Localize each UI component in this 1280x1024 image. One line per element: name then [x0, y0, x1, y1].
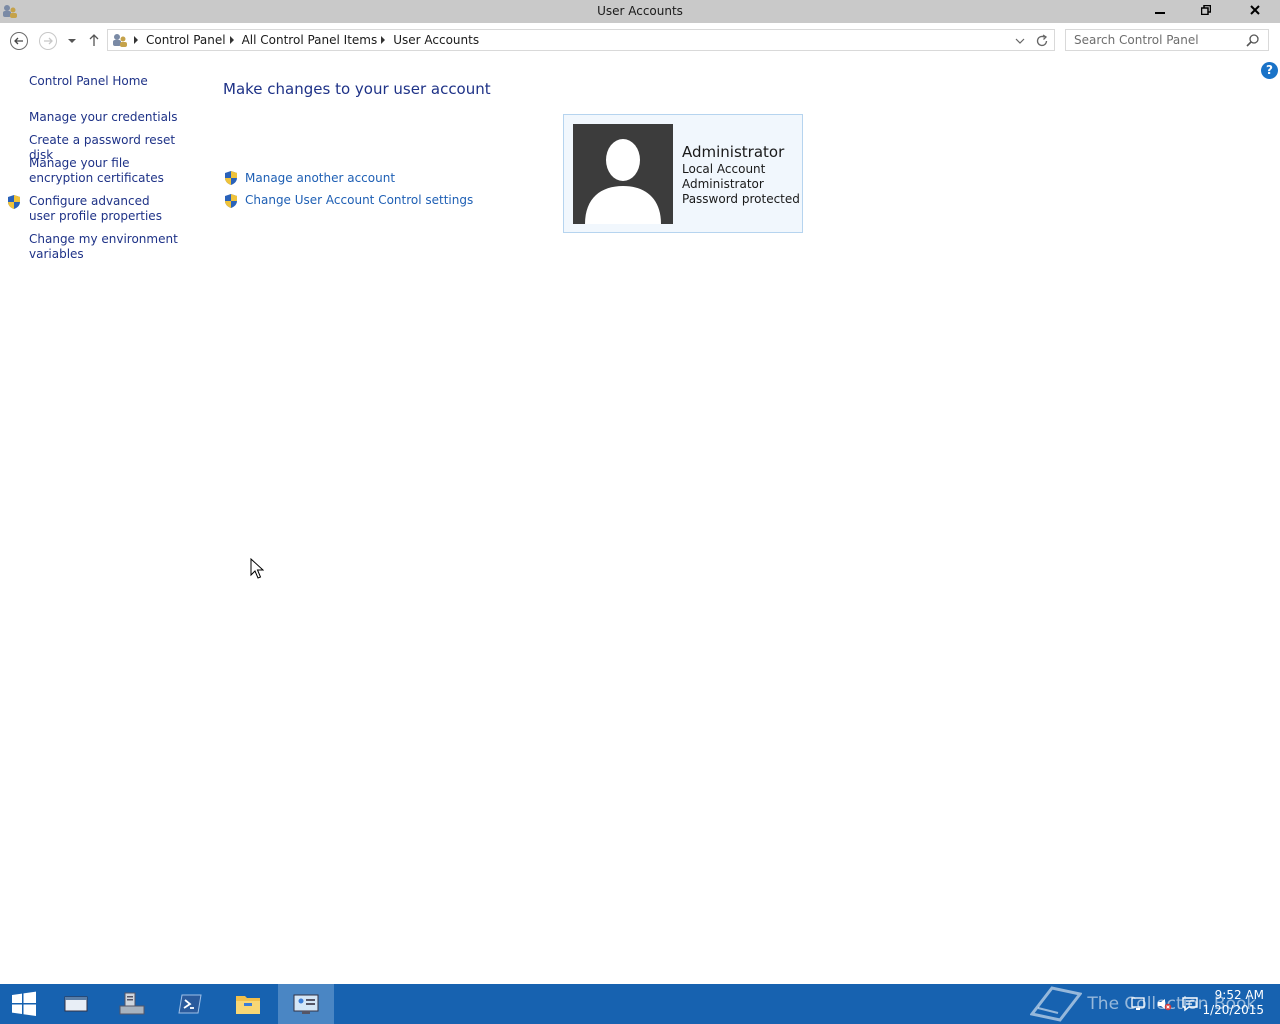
window-switcher-icon	[64, 996, 88, 1012]
action-center-icon[interactable]	[1182, 996, 1198, 1012]
user-silhouette-icon	[585, 139, 661, 224]
control-panel-home-link[interactable]: Control Panel Home	[29, 74, 194, 89]
windows-logo-icon	[12, 991, 36, 1016]
refresh-icon	[1036, 34, 1048, 47]
breadcrumb-all-items[interactable]: All Control Panel Items	[242, 33, 378, 47]
mouse-cursor-icon	[250, 558, 264, 579]
uac-shield-icon	[225, 194, 237, 208]
clock[interactable]: 9:52 AM 1/20/2015	[1202, 988, 1264, 1018]
recent-locations-button[interactable]	[66, 35, 78, 47]
close-icon	[1249, 5, 1260, 15]
search-box[interactable]	[1065, 29, 1269, 51]
window-title: User Accounts	[597, 4, 683, 18]
taskbar-task-view-button[interactable]	[48, 984, 104, 1024]
avatar[interactable]	[573, 124, 673, 224]
folder-icon	[236, 996, 260, 1014]
manage-credentials-link[interactable]: Manage your credentials	[29, 110, 194, 125]
minimize-button[interactable]	[1137, 0, 1183, 20]
chevron-down-icon	[68, 39, 76, 43]
search-input[interactable]	[1066, 30, 1244, 50]
taskbar-server-manager-button[interactable]	[104, 984, 160, 1024]
breadcrumb-separator[interactable]	[134, 36, 138, 44]
control-panel-icon	[293, 994, 319, 1014]
minimize-icon	[1155, 12, 1165, 14]
refresh-button[interactable]	[1034, 33, 1050, 49]
up-arrow-icon	[89, 34, 99, 46]
breadcrumb-separator[interactable]	[229, 36, 234, 44]
breadcrumb-user-accounts[interactable]: User Accounts	[393, 33, 479, 47]
clock-date: 1/20/2015	[1202, 1003, 1264, 1017]
account-password-status: Password protected	[682, 192, 800, 206]
network-icon[interactable]	[1130, 996, 1146, 1012]
account-type: Local Account	[682, 162, 766, 176]
chevron-down-icon	[1015, 38, 1025, 44]
breadcrumb-separator[interactable]	[381, 36, 386, 44]
forward-arrow-icon	[39, 32, 57, 50]
book-icon	[1029, 986, 1083, 1022]
control-panel-icon	[113, 34, 127, 47]
configure-advanced-profile-link[interactable]: Configure advanced user profile properti…	[29, 194, 179, 224]
server-manager-icon	[119, 992, 145, 1015]
back-button[interactable]	[9, 31, 29, 51]
close-button[interactable]	[1229, 0, 1280, 20]
start-button[interactable]	[0, 984, 48, 1024]
change-uac-settings-link[interactable]: Change User Account Control settings	[245, 193, 473, 207]
breadcrumb: Control Panel All Control Panel Items Us…	[134, 33, 479, 47]
address-bar[interactable]: Control Panel All Control Panel Items Us…	[107, 29, 1055, 51]
restore-button[interactable]	[1183, 0, 1229, 20]
taskbar-powershell-button[interactable]	[162, 984, 218, 1024]
page-title: Make changes to your user account	[223, 80, 491, 98]
manage-file-encryption-link[interactable]: Manage your file encryption certificates	[29, 156, 189, 186]
powershell-icon	[178, 994, 202, 1014]
back-arrow-icon	[10, 32, 28, 50]
help-button[interactable]: ?	[1261, 62, 1278, 79]
speaker-muted-icon[interactable]	[1156, 996, 1172, 1012]
address-dropdown-button[interactable]	[1013, 34, 1027, 48]
breadcrumb-control-panel[interactable]: Control Panel	[146, 33, 226, 47]
search-icon[interactable]	[1246, 33, 1260, 47]
forward-button[interactable]	[38, 31, 58, 51]
account-card: Administrator Local Account Administrato…	[563, 114, 803, 233]
manage-another-account-link[interactable]: Manage another account	[245, 171, 395, 185]
taskbar-file-explorer-button[interactable]	[220, 984, 276, 1024]
taskbar-control-panel-button[interactable]	[278, 984, 334, 1024]
change-environment-variables-link[interactable]: Change my environment variables	[29, 232, 179, 262]
account-name: Administrator	[682, 143, 785, 161]
up-button[interactable]	[86, 31, 102, 49]
title-bar: User Accounts	[0, 0, 1280, 23]
uac-shield-icon	[8, 195, 20, 209]
restore-icon	[1201, 5, 1211, 15]
account-group: Administrator	[682, 177, 764, 191]
uac-shield-icon	[225, 171, 237, 185]
clock-time: 9:52 AM	[1214, 988, 1264, 1002]
navigation-bar: Control Panel All Control Panel Items Us…	[0, 23, 1280, 58]
